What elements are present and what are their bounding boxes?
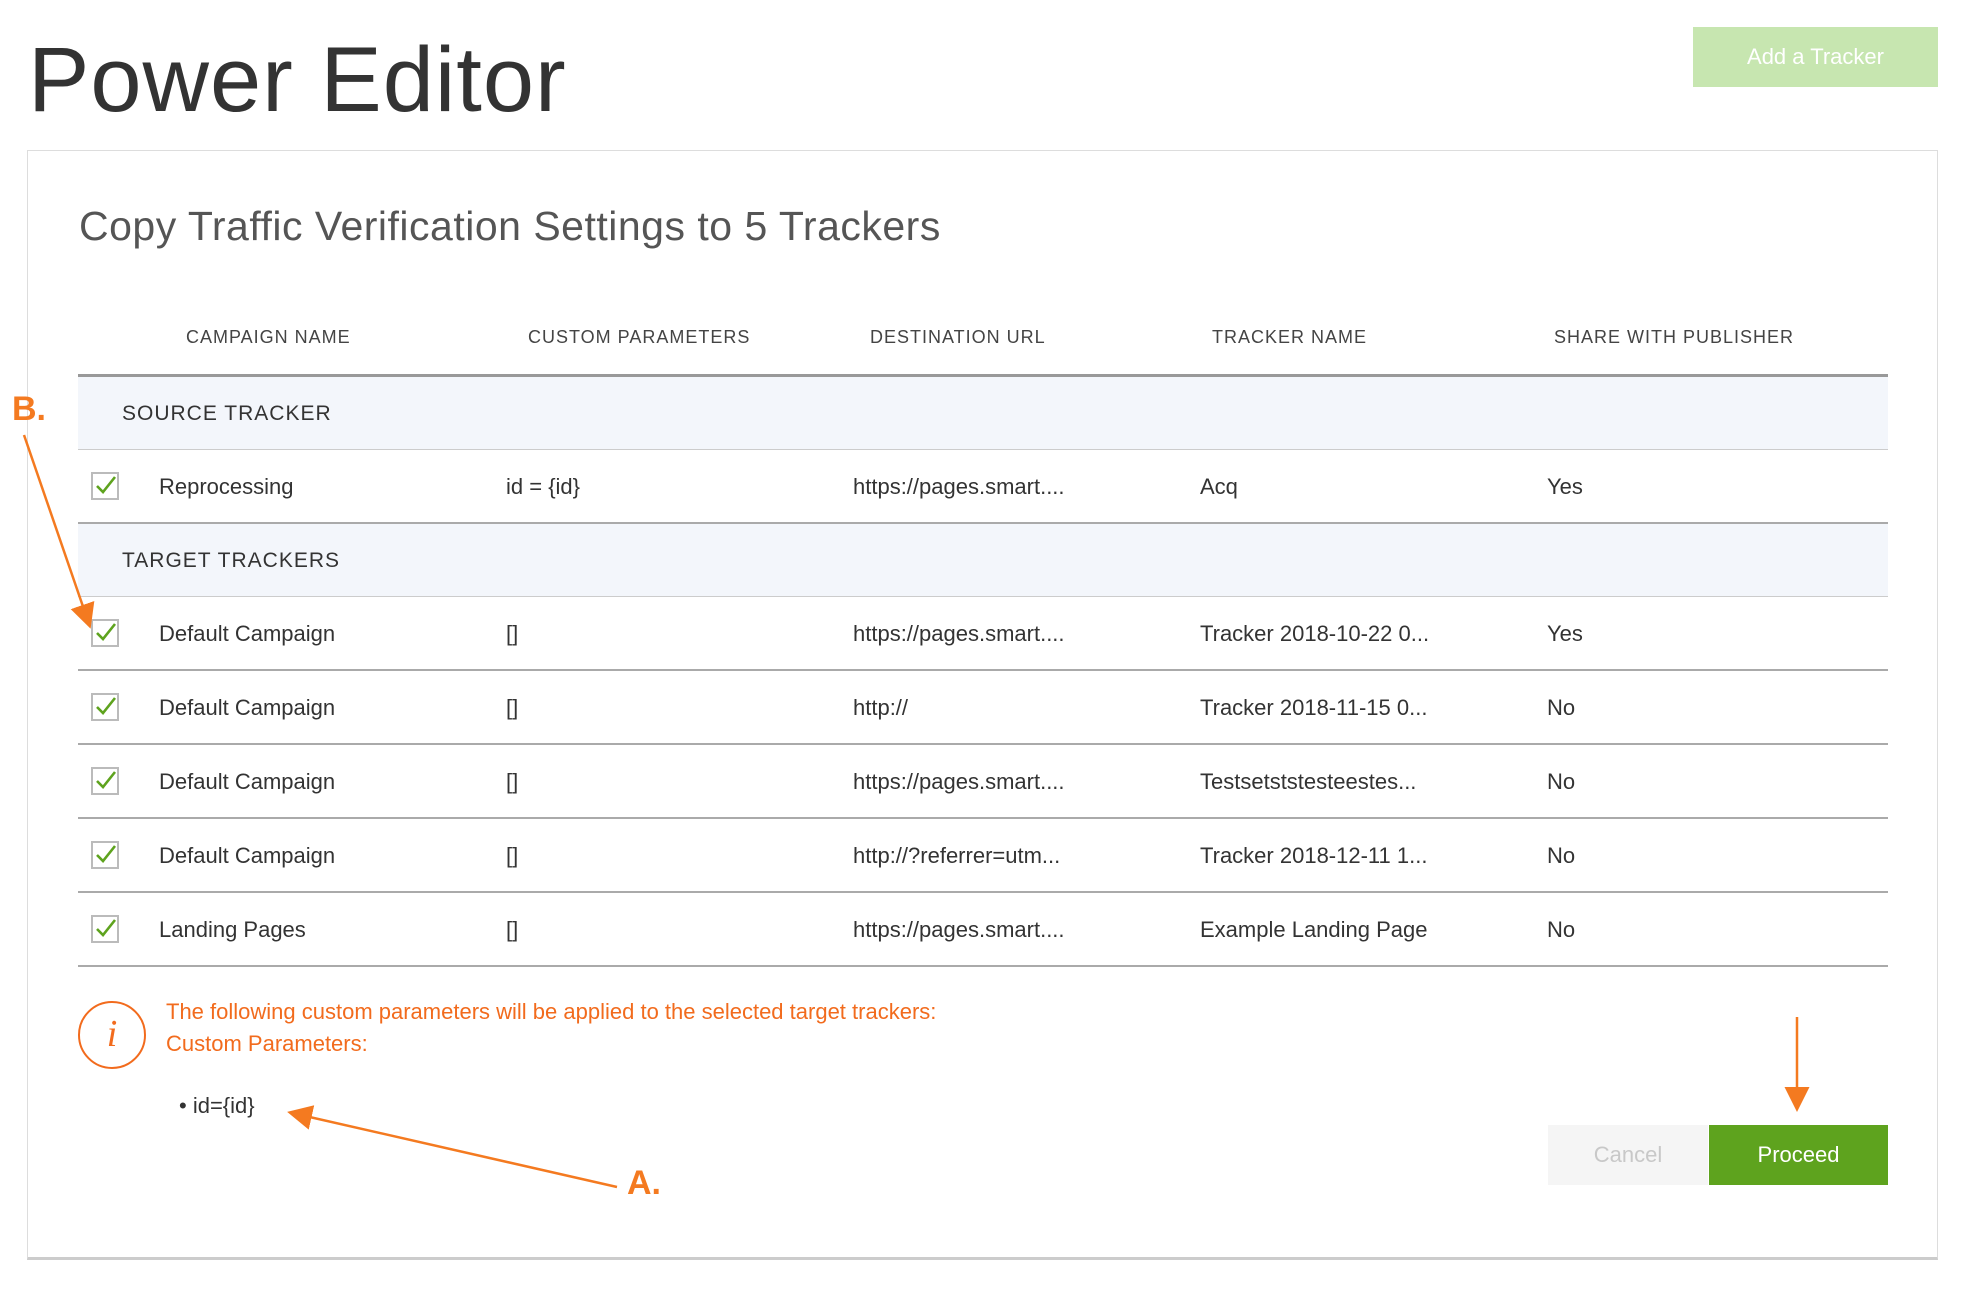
annotation-arrows [22,434,1810,1189]
annotation-label-b: B. [12,390,46,428]
annotation-b-arrow [22,434,95,629]
annotation-a-arrow [287,1105,618,1189]
annotation-label-a: A. [627,1164,661,1202]
